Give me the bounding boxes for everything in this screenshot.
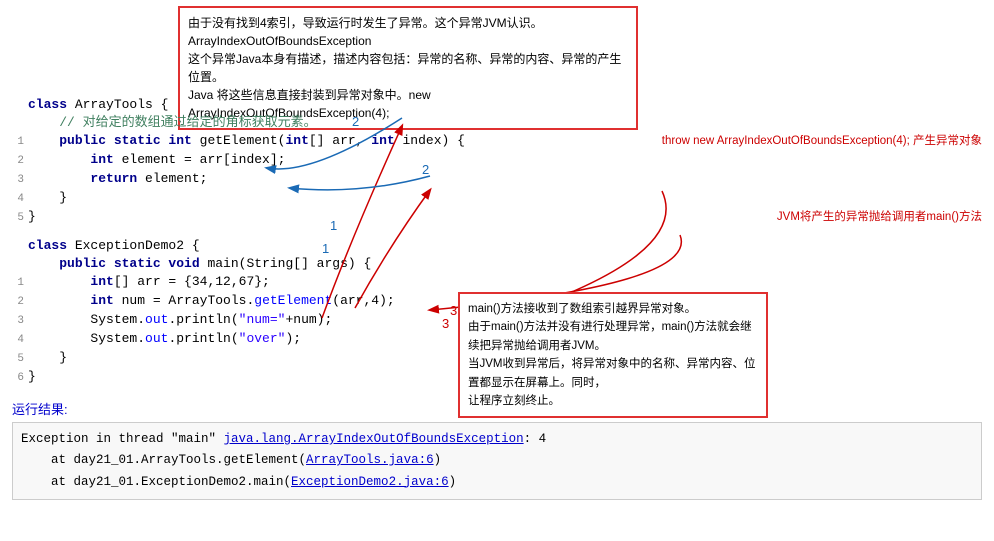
output-exception-link[interactable]: java.lang.ArrayIndexOutOfBoundsException [224,432,524,446]
throw-label: throw new ArrayIndexOutOfBoundsException… [662,132,982,150]
code-line: 1 int[] arr = {34,12,67}; [12,273,982,292]
output-line1-suffix: : 4 [524,432,547,446]
annotation-bottom-line1: main()方法接收到了数组索引越界异常对象。 [468,303,696,315]
annotation-top-line1: 由于没有找到4索引，导致运行时发生了异常。这个异常JVM认识。ArrayInde… [188,16,543,48]
spacer [12,227,982,237]
output-line2-suffix: ) [434,453,442,467]
output-line3-link[interactable]: ExceptionDemo2.java:6 [291,475,449,489]
code-line: class ArrayTools { [12,96,982,114]
code-line: 1 public static int getElement(int[] arr… [12,132,982,151]
code-line: public static void main(String[] args) { [12,255,982,273]
code-line: 5 } JVM将产生的异常抛给调用者main()方法 [12,208,982,227]
code-line: // 对给定的数组通过给定的角标获取元素。 [12,114,982,132]
annotation-bottom: main()方法接收到了数组索引越界异常对象。 由于main()方法并没有进行处… [458,292,768,418]
output-line1-prefix: Exception in thread "main" [21,432,224,446]
annotation-bottom-line2: 由于main()方法并没有进行处理异常，main()方法就会继续把异常抛给调用者… [468,321,752,351]
code-block-1: class ArrayTools { // 对给定的数组通过给定的角标获取元素。… [12,96,982,227]
annotation-bottom-line4: 让程序立刻终止。 [468,395,560,407]
output-line-3: at day21_01.ExceptionDemo2.main(Exceptio… [21,472,973,493]
output-line-1: Exception in thread "main" java.lang.Arr… [21,429,973,450]
annotation-top-line2: 这个异常Java本身有描述，描述内容包括：异常的名称、异常的内容、异常的产生位置… [188,52,621,84]
annotation-bottom-line3: 当JVM收到异常后，将异常对象中的名称、异常内容、位置都显示在屏幕上。同时， [468,358,756,388]
output-line2-text: at day21_01.ArrayTools.getElement( [21,453,306,467]
code-line: 3 return element; [12,170,982,189]
output-box: Exception in thread "main" java.lang.Arr… [12,422,982,500]
output-line2-link[interactable]: ArrayTools.java:6 [306,453,434,467]
code-line: 4 } [12,189,982,208]
arrow-number-2: 2 [352,114,359,129]
main-container: 由于没有找到4索引，导致运行时发生了异常。这个异常JVM认识。ArrayInde… [0,0,994,541]
output-line3-suffix: ) [449,475,457,489]
code-line: 2 int element = arr[index]; [12,151,982,170]
code-line: class ExceptionDemo2 { [12,237,982,255]
output-line-2: at day21_01.ArrayTools.getElement(ArrayT… [21,450,973,471]
output-line3-text: at day21_01.ExceptionDemo2.main( [21,475,291,489]
code-section: class ArrayTools { // 对给定的数组通过给定的角标获取元素。… [12,96,982,387]
arrow-number-3: 3 [442,316,449,331]
jvm-label: JVM将产生的异常抛给调用者main()方法 [777,208,982,226]
arrow-number-1: 1 [322,241,329,256]
